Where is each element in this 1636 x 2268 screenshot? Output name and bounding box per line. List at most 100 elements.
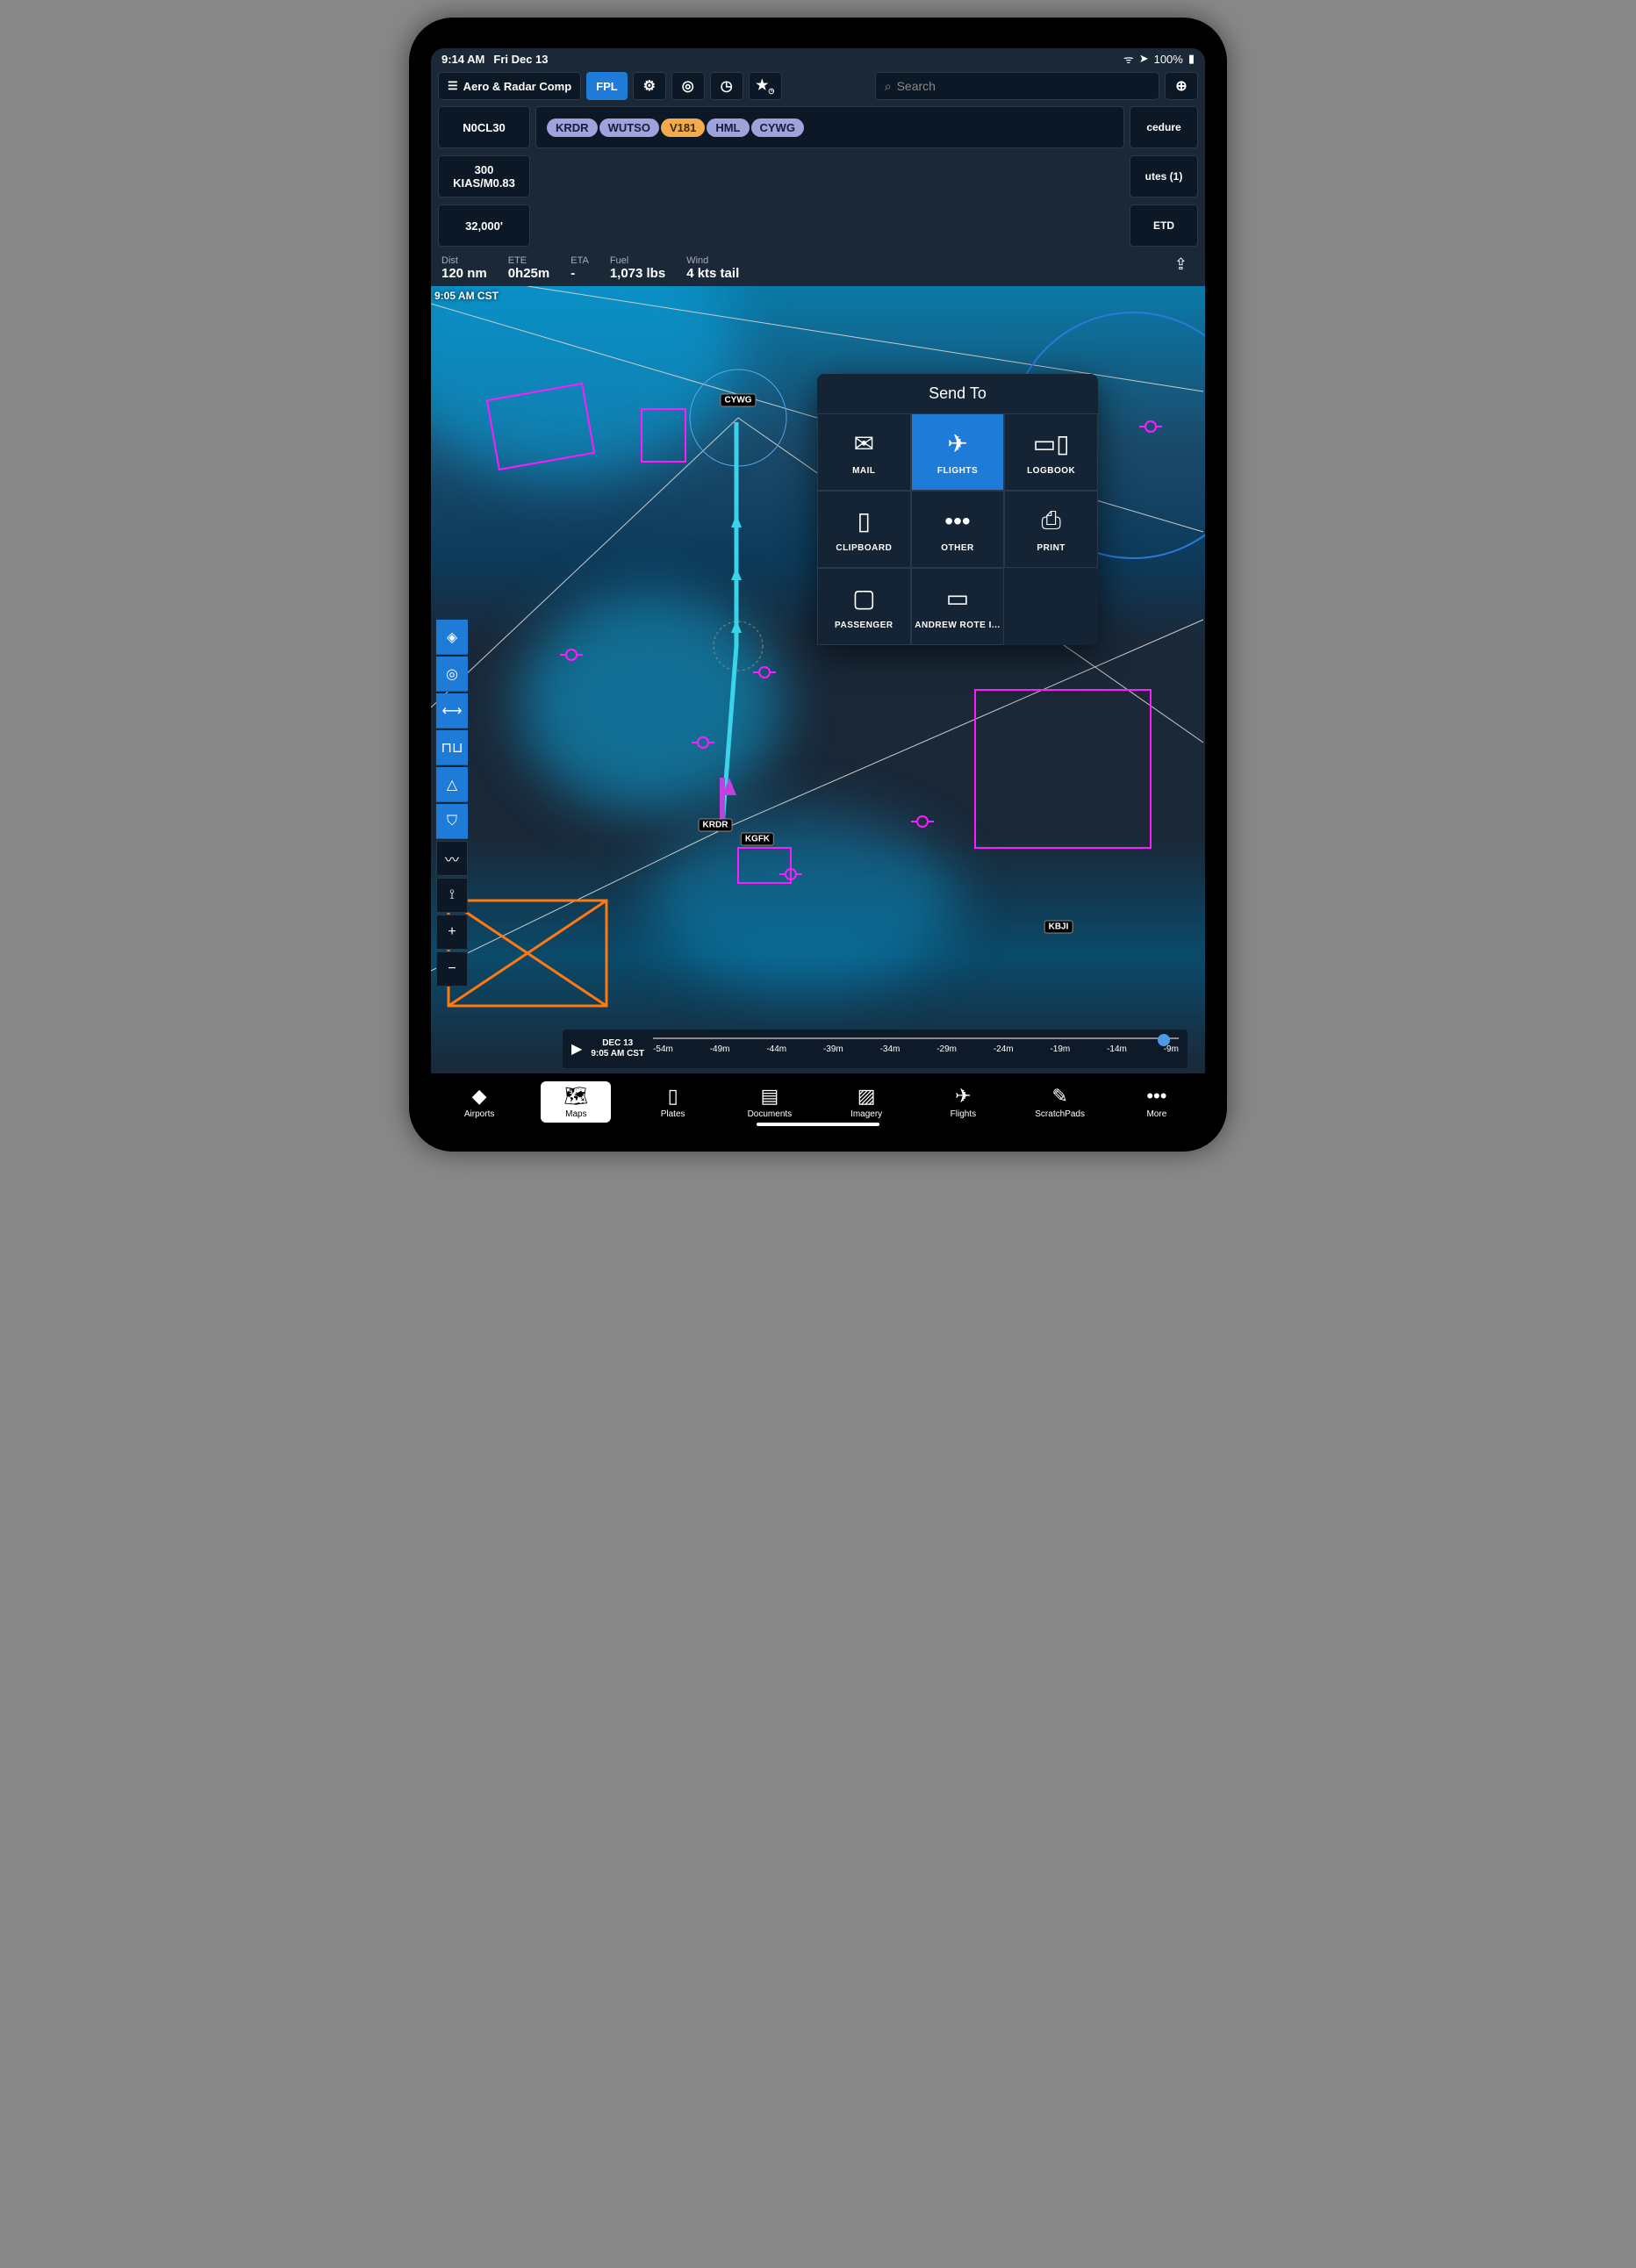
flightplan-row2: 300 KIAS/M0.83 utes (1) xyxy=(431,152,1205,201)
tool-locate[interactable]: ◈ xyxy=(436,620,468,655)
flightplan-row1: N0CL30 KRDRWUTSOV181HMLCYWG cedure xyxy=(431,103,1205,152)
search-placeholder: Search xyxy=(897,79,936,93)
waypoint-krdr[interactable]: KRDR xyxy=(699,819,733,832)
route-waypoint[interactable]: CYWG xyxy=(751,118,804,137)
home-indicator[interactable] xyxy=(757,1123,879,1126)
sendto-label: OTHER xyxy=(941,543,974,553)
scrubber-date: DEC 13 9:05 AM CST xyxy=(591,1038,644,1059)
scrubber-handle[interactable] xyxy=(1158,1034,1170,1046)
scrubber-tick: -39m xyxy=(823,1044,843,1054)
gear-icon: ⚙ xyxy=(643,77,656,95)
tab-flights[interactable]: ✈Flights xyxy=(928,1085,998,1119)
tool-center[interactable]: ◎ xyxy=(436,657,468,692)
zoom-in-button[interactable]: + xyxy=(436,915,468,950)
nav-fix xyxy=(565,649,578,661)
route-cell[interactable]: KRDRWUTSOV181HMLCYWG xyxy=(535,106,1124,148)
tab-scratchpads[interactable]: ✎ScratchPads xyxy=(1025,1085,1095,1119)
center-button[interactable]: ⊕ xyxy=(1165,72,1198,100)
sendto-print[interactable]: ⎙PRINT xyxy=(1004,491,1098,568)
sendto-mail[interactable]: ✉MAIL xyxy=(817,413,911,491)
plate-icon: ▯ xyxy=(668,1085,678,1108)
map[interactable]: 9:05 AM CST CYWG KRDR KGFK KBJI ◈ ◎ xyxy=(431,286,1205,1073)
image-icon: ▨ xyxy=(857,1085,876,1108)
tab-label: Documents xyxy=(748,1109,793,1119)
sendto-label: PRINT xyxy=(1037,543,1066,553)
tab-label: Flights xyxy=(951,1109,976,1119)
layers-label: Aero & Radar Comp xyxy=(463,80,572,93)
stat-fuel: Fuel1,073 lbs xyxy=(610,255,665,281)
tab-maps[interactable]: 🗺Maps xyxy=(541,1081,611,1123)
layers-icon: ☰ xyxy=(448,79,458,93)
route-waypoint[interactable]: WUTSO xyxy=(599,118,659,137)
scrubber-tick: -49m xyxy=(710,1044,730,1054)
sendto-book[interactable]: ▭▯ LOGBOOK xyxy=(1004,413,1098,491)
sendto-plane[interactable]: ✈FLIGHTS xyxy=(911,413,1005,491)
route-spacer2 xyxy=(535,205,1124,247)
tool-profile[interactable]: ⊓⊔ xyxy=(436,730,468,765)
zoom-out-button[interactable]: − xyxy=(436,951,468,987)
mountain-icon: △ xyxy=(447,776,457,793)
book-icon: ▭▯ xyxy=(1033,429,1070,459)
tool-terrain[interactable]: △ xyxy=(436,767,468,802)
tab-documents[interactable]: ▤Documents xyxy=(735,1085,805,1119)
speed-cell[interactable]: 300 KIAS/M0.83 xyxy=(438,155,530,197)
scrubber-tick: -14m xyxy=(1107,1044,1127,1054)
sendto-label: CLIPBOARD xyxy=(836,543,892,553)
procedure-cell[interactable]: cedure xyxy=(1130,106,1198,148)
clipboard-icon: ▯ xyxy=(857,506,871,536)
tool-highway[interactable]: ⛉ xyxy=(436,804,468,839)
waypoint-cywg[interactable]: CYWG xyxy=(720,394,756,407)
time-scrubber[interactable]: ▶ DEC 13 9:05 AM CST -54m-49m-44m-39m-34… xyxy=(563,1030,1188,1068)
routes-cell[interactable]: utes (1) xyxy=(1130,155,1198,197)
status-time: 9:14 AM xyxy=(441,53,484,66)
passenger-icon: ▢ xyxy=(852,584,875,614)
sendto-clipboard[interactable]: ▯ CLIPBOARD xyxy=(817,491,911,568)
gauge-button[interactable]: ◷ xyxy=(710,72,743,100)
scrubber-track[interactable]: -54m-49m-44m-39m-34m-29m-24m-19m-14m-9m xyxy=(653,1044,1179,1054)
layers-button[interactable]: ☰ Aero & Radar Comp xyxy=(438,72,581,100)
tool-ruler[interactable]: ⟷ xyxy=(436,693,468,728)
globe-button[interactable]: ◎ xyxy=(671,72,705,100)
nav-fix xyxy=(785,868,797,880)
locate-icon: ⊕ xyxy=(1175,77,1187,95)
etd-cell[interactable]: ETD xyxy=(1130,205,1198,247)
nav-fix xyxy=(697,736,709,749)
sendto-label: LOGBOOK xyxy=(1027,466,1075,476)
tab-imagery[interactable]: ▨Imagery xyxy=(831,1085,901,1119)
settings-button[interactable]: ⚙ xyxy=(633,72,666,100)
altitude-cell[interactable]: 32,000' xyxy=(438,205,530,247)
share-button[interactable]: ⇪ xyxy=(1167,255,1195,281)
mail-icon: ✉ xyxy=(854,429,874,459)
pencil-icon: 〰 xyxy=(445,848,459,869)
route-waypoint[interactable]: HML xyxy=(707,118,749,137)
pencil-icon: ✎ xyxy=(1051,1085,1067,1108)
waypoint-kbji[interactable]: KBJI xyxy=(1044,921,1073,934)
tool-draw[interactable]: 〰 xyxy=(436,841,468,876)
status-bar: 9:14 AM Fri Dec 13 ᯤ ➤ 100% ▮ xyxy=(431,48,1205,69)
tab-plates[interactable]: ▯Plates xyxy=(638,1085,708,1119)
rate-button[interactable]: ★◷ xyxy=(749,72,782,100)
sendto-dots[interactable]: •••OTHER xyxy=(911,491,1005,568)
tool-route-edit[interactable]: ⟟ xyxy=(436,878,468,913)
search-input[interactable]: ⌕ Search xyxy=(875,72,1159,100)
minus-icon: − xyxy=(448,961,456,977)
sendto-ipad[interactable]: ▭ANDREW ROTE I... xyxy=(911,568,1005,645)
more-icon: ••• xyxy=(1146,1085,1166,1108)
popover-title: Send To xyxy=(817,374,1098,413)
doc-icon: ▤ xyxy=(760,1085,779,1108)
location-icon: ➤ xyxy=(1139,52,1149,66)
tab-more[interactable]: •••More xyxy=(1122,1085,1192,1119)
route-spacer xyxy=(535,155,1124,197)
popover-grid: ✉MAIL✈FLIGHTS ▭▯ LOGBOOK ▯ CLIPBOARD •••OTHER… xyxy=(817,413,1098,645)
route-waypoint[interactable]: V181 xyxy=(661,118,705,137)
shield-icon: ⛉ xyxy=(447,814,457,829)
route-waypoint[interactable]: KRDR xyxy=(547,118,598,137)
sendto-passenger[interactable]: ▢PASSENGER xyxy=(817,568,911,645)
status-date: Fri Dec 13 xyxy=(493,53,548,66)
waypoint-kgfk[interactable]: KGFK xyxy=(741,833,774,846)
tab-airports[interactable]: ◆Airports xyxy=(444,1085,514,1119)
play-icon[interactable]: ▶ xyxy=(571,1040,582,1058)
callsign-cell[interactable]: N0CL30 xyxy=(438,106,530,148)
flightplan-row3: 32,000' ETD xyxy=(431,201,1205,250)
fpl-button[interactable]: FPL xyxy=(586,72,628,100)
